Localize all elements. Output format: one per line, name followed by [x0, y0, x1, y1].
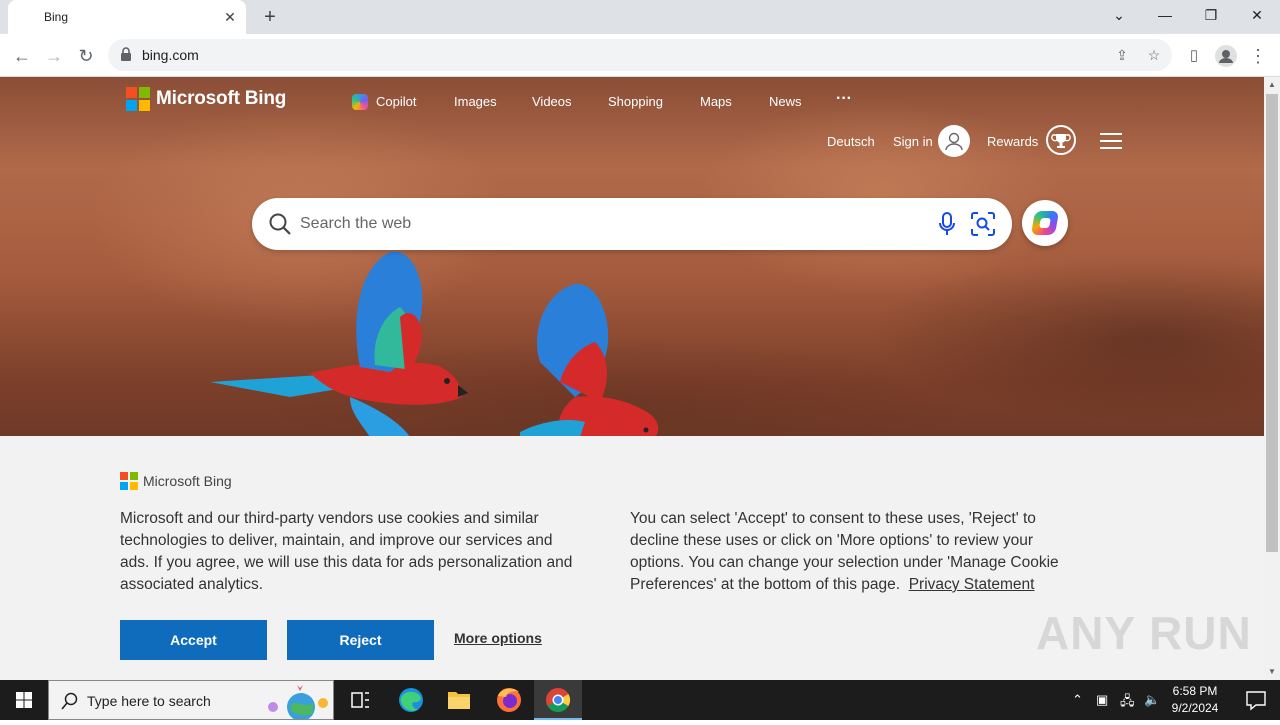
more-options-link[interactable]: More options [454, 630, 542, 646]
hero-background: Microsoft Bing Copilot Images Videos Sho… [0, 77, 1264, 436]
hamburger-menu-icon[interactable] [1100, 133, 1122, 149]
copilot-button[interactable] [1022, 200, 1068, 246]
windows-logo-icon [16, 692, 32, 708]
clock-time: 6:58 PM [1172, 684, 1218, 698]
menu-kebab-icon[interactable]: ⋮ [1244, 42, 1272, 70]
taskbar-search-box[interactable]: Type here to search [48, 680, 334, 720]
search-box[interactable] [252, 198, 1012, 250]
reload-button[interactable]: ↻ [72, 42, 100, 70]
scroll-up-icon[interactable]: ▲ [1264, 77, 1280, 93]
start-button[interactable] [0, 680, 48, 720]
microsoft-logo-icon [126, 87, 150, 111]
parrot-right-image [520, 283, 659, 436]
scroll-down-icon[interactable]: ▼ [1264, 664, 1280, 680]
language-link[interactable]: Deutsch [827, 134, 875, 149]
user-avatar-icon[interactable] [938, 125, 970, 157]
forward-button[interactable]: → [40, 42, 68, 70]
nav-copilot[interactable]: Copilot [376, 94, 416, 109]
microphone-icon[interactable] [938, 212, 956, 236]
network-icon[interactable]: 🖧 [1120, 692, 1135, 714]
tab-search-icon[interactable]: ⌄ [1096, 0, 1142, 30]
search-input[interactable] [300, 212, 900, 236]
parrot-left-image [210, 251, 468, 436]
copilot-icon [1030, 211, 1060, 235]
search-icon [269, 213, 291, 235]
chrome-taskbar-icon[interactable] [534, 680, 582, 720]
clock-date: 9/2/2024 [1171, 701, 1219, 715]
address-bar[interactable]: bing.com ⇪ ☆ [108, 39, 1172, 71]
visual-search-icon[interactable] [970, 211, 996, 237]
bookmark-star-icon[interactable]: ☆ [1144, 45, 1164, 65]
minimize-button[interactable]: — [1142, 0, 1188, 30]
page-scrollbar[interactable]: ▲ ▼ [1264, 77, 1280, 680]
anyrun-watermark: ANY RUN [1036, 607, 1252, 659]
taskbar-search-icon [61, 692, 78, 710]
nav-images[interactable]: Images [454, 94, 497, 109]
consent-logo-text: Microsoft Bing [143, 473, 232, 489]
sign-in-link[interactable]: Sign in [893, 134, 933, 149]
file-explorer-icon[interactable] [435, 680, 483, 720]
edge-icon[interactable] [387, 680, 435, 720]
consent-text-right: You can select 'Accept' to consent to th… [630, 508, 1075, 596]
tab-close-icon[interactable]: ✕ [222, 9, 238, 25]
nav-videos[interactable]: Videos [532, 94, 572, 109]
url-text[interactable]: bing.com [142, 47, 199, 63]
accept-button[interactable]: Accept [120, 620, 267, 660]
close-window-button[interactable]: ✕ [1234, 0, 1280, 30]
firefox-icon[interactable] [485, 680, 533, 720]
tab-title: Bing [44, 10, 69, 24]
task-view-icon[interactable] [336, 680, 384, 720]
back-button[interactable]: ← [8, 42, 36, 70]
copilot-nav-icon [352, 94, 368, 110]
volume-icon[interactable]: 🔈 [1144, 692, 1160, 708]
reject-button[interactable]: Reject [287, 620, 434, 660]
new-tab-button[interactable]: + [258, 6, 282, 30]
cookie-consent-banner: Microsoft Bing Microsoft and our third-p… [0, 436, 1264, 680]
side-panel-icon[interactable]: ▯ [1180, 42, 1208, 70]
rewards-link[interactable]: Rewards [987, 134, 1038, 149]
tab-bing[interactable]: Bing ✕ [8, 0, 246, 34]
nav-shopping[interactable]: Shopping [608, 94, 663, 109]
taskbar-search-placeholder[interactable]: Type here to search [87, 693, 211, 709]
restore-button[interactable]: ❐ [1188, 0, 1234, 30]
tab-strip: Bing ✕ + ⌄ — ❐ ✕ [0, 0, 1280, 34]
nav-maps[interactable]: Maps [700, 94, 732, 109]
search-highlight-globe-icon [268, 685, 328, 719]
lock-icon[interactable] [120, 47, 132, 61]
scroll-thumb[interactable] [1266, 94, 1278, 552]
nav-news[interactable]: News [769, 94, 802, 109]
windows-taskbar: Type here to search ⌃ ▣ 🖧 🔈 6:58 PM 9/2/… [0, 680, 1280, 720]
notifications-icon[interactable] [1232, 680, 1280, 720]
rewards-trophy-icon[interactable] [1046, 125, 1076, 155]
share-icon[interactable]: ⇪ [1112, 45, 1132, 65]
privacy-statement-link[interactable]: Privacy Statement [909, 576, 1035, 593]
browser-toolbar: ← → ↻ bing.com ⇪ ☆ ▯ ⋮ [0, 34, 1280, 77]
tray-meet-icon[interactable]: ▣ [1096, 692, 1108, 708]
microsoft-logo-icon [120, 472, 138, 490]
page-content: Microsoft Bing Copilot Images Videos Sho… [0, 77, 1264, 680]
logo-text: Microsoft Bing [156, 88, 287, 109]
nav-more-icon[interactable]: ··· [836, 90, 852, 108]
taskbar-clock[interactable]: 6:58 PM 9/2/2024 [1160, 683, 1230, 717]
tray-chevron-icon[interactable]: ⌃ [1072, 692, 1083, 708]
profile-icon[interactable] [1212, 42, 1240, 70]
consent-text-left: Microsoft and our third-party vendors us… [120, 510, 573, 593]
